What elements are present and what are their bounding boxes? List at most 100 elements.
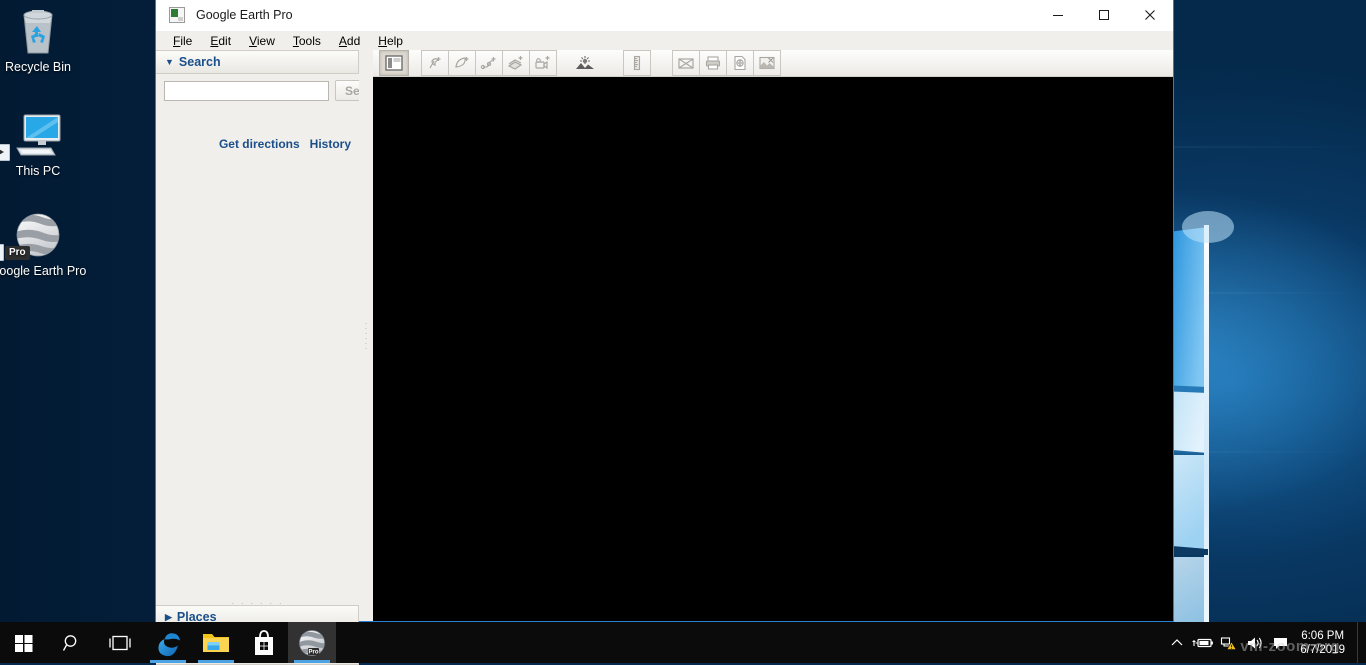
svg-text:Pro: Pro bbox=[308, 649, 318, 655]
desktop-icon-google-earth-pro[interactable]: Pro Google Earth Pro bbox=[0, 208, 93, 279]
toggle-sidebar-button[interactable] bbox=[379, 50, 409, 76]
battery-plugged-icon bbox=[1192, 638, 1214, 647]
historical-imagery-button[interactable] bbox=[572, 51, 598, 75]
window-titlebar[interactable]: Google Earth Pro bbox=[156, 0, 1173, 31]
search-panel-header[interactable]: ▼ Search bbox=[156, 50, 359, 74]
search-panel-title: Search bbox=[178, 55, 221, 69]
add-polygon-button[interactable] bbox=[448, 50, 476, 76]
this-pc-icon bbox=[0, 108, 93, 161]
movie-camera-plus-icon bbox=[535, 56, 550, 70]
taskbar-app-google-earth-pro[interactable]: Pro bbox=[288, 622, 336, 663]
taskbar-clock[interactable]: 6:06 PM 6/7/2019 bbox=[1294, 629, 1357, 657]
record-tour-button[interactable] bbox=[529, 50, 557, 76]
speaker-icon bbox=[1248, 637, 1262, 648]
google-earth-pro-icon: Pro bbox=[0, 208, 93, 261]
menu-item-file[interactable]: File bbox=[164, 32, 201, 50]
ruler-icon bbox=[633, 55, 641, 71]
print-button[interactable] bbox=[699, 50, 727, 76]
show-ruler-button[interactable] bbox=[623, 50, 651, 76]
show-hidden-icons-button[interactable] bbox=[1164, 622, 1190, 663]
desktop-icon-label: This PC bbox=[15, 164, 61, 178]
sidebar-panel-icon bbox=[385, 55, 403, 71]
sidebar-splitter[interactable]: · · · · · · bbox=[359, 50, 373, 621]
window-controls[interactable] bbox=[1035, 0, 1173, 30]
taskbar-app-microsoft-store[interactable] bbox=[240, 622, 288, 663]
minimize-icon bbox=[1053, 15, 1063, 16]
pro-badge: Pro bbox=[5, 246, 30, 260]
maximize-button[interactable] bbox=[1081, 0, 1127, 30]
task-view-icon bbox=[109, 635, 131, 650]
chevron-right-icon: ▶ bbox=[165, 611, 172, 622]
shortcut-arrow-icon bbox=[0, 144, 10, 161]
map-viewport[interactable] bbox=[373, 77, 1173, 621]
view-in-google-maps-button[interactable] bbox=[726, 50, 754, 76]
taskbar-search-button[interactable] bbox=[48, 622, 96, 663]
recycle-bin-icon bbox=[0, 4, 93, 56]
clock-date: 6/7/2019 bbox=[1300, 643, 1345, 656]
path-plus-icon bbox=[480, 57, 496, 70]
sun-mountains-icon bbox=[576, 56, 594, 69]
save-image-button[interactable] bbox=[753, 50, 781, 76]
menu-item-tools[interactable]: Tools bbox=[284, 32, 330, 50]
action-center-icon bbox=[1274, 637, 1288, 649]
system-tray[interactable]: 6:06 PM 6/7/2019 bbox=[1164, 622, 1366, 663]
network-warning-icon bbox=[1221, 636, 1237, 650]
toolbar[interactable] bbox=[373, 50, 1173, 77]
windows-logo-hero bbox=[1160, 211, 1234, 663]
file-explorer-icon bbox=[203, 633, 229, 652]
google-earth-taskbar-icon: Pro bbox=[299, 629, 325, 656]
main-area[interactable] bbox=[373, 50, 1173, 621]
minimize-button[interactable] bbox=[1035, 0, 1081, 30]
save-image-icon bbox=[759, 56, 775, 70]
envelope-icon bbox=[678, 58, 694, 69]
close-icon bbox=[1145, 10, 1155, 20]
search-links[interactable]: Get directions History bbox=[156, 101, 359, 151]
printer-icon bbox=[705, 56, 721, 70]
menu-item-view[interactable]: View bbox=[240, 32, 284, 50]
network-tray-button[interactable] bbox=[1216, 622, 1242, 663]
image-overlay-plus-icon bbox=[507, 56, 523, 70]
desktop-icon-label: Google Earth Pro bbox=[0, 264, 87, 278]
history-link[interactable]: History bbox=[310, 137, 351, 151]
search-magnifier-icon bbox=[62, 634, 77, 651]
edge-icon bbox=[158, 632, 180, 656]
add-image-overlay-button[interactable] bbox=[502, 50, 530, 76]
menu-bar[interactable]: File Edit View Tools Add Help bbox=[156, 31, 1173, 50]
add-placemark-button[interactable] bbox=[421, 50, 449, 76]
action-center-button[interactable] bbox=[1268, 622, 1294, 663]
taskbar-app-microsoft-edge[interactable] bbox=[144, 622, 192, 663]
sidebar[interactable]: ▼ Search Search Get directions History ·… bbox=[156, 50, 396, 665]
show-desktop-button[interactable] bbox=[1357, 622, 1366, 663]
desktop-icon-this-pc[interactable]: This PC bbox=[0, 108, 93, 179]
splitter-grip-icon: · · · · · · bbox=[364, 317, 368, 353]
show-hidden-icons-chevron-icon bbox=[1171, 638, 1183, 645]
search-row[interactable]: Search bbox=[156, 74, 396, 101]
taskbar-app-file-explorer[interactable] bbox=[192, 622, 240, 663]
menu-item-edit[interactable]: Edit bbox=[201, 32, 240, 50]
volume-tray-button[interactable] bbox=[1242, 622, 1268, 663]
maximize-icon bbox=[1099, 10, 1109, 20]
desktop-icon-recycle-bin[interactable]: Recycle Bin bbox=[0, 4, 93, 75]
store-bag-icon bbox=[255, 629, 273, 655]
globe-page-icon bbox=[734, 55, 746, 71]
menu-item-add[interactable]: Add bbox=[330, 32, 369, 50]
search-input[interactable] bbox=[164, 80, 329, 101]
add-path-button[interactable] bbox=[475, 50, 503, 76]
task-view-button[interactable] bbox=[96, 622, 144, 663]
email-button[interactable] bbox=[672, 50, 700, 76]
get-directions-link[interactable]: Get directions bbox=[219, 137, 300, 151]
shortcut-arrow-icon bbox=[0, 244, 4, 261]
polygon-plus-icon bbox=[455, 57, 469, 68]
google-earth-pro-window[interactable]: Google Earth Pro File Edit View Tools Ad… bbox=[155, 0, 1174, 665]
clock-time: 6:06 PM bbox=[1301, 629, 1345, 642]
taskbar[interactable]: Pro 6:06 PM 6/7/2019 bbox=[0, 622, 1366, 663]
start-button[interactable] bbox=[0, 622, 48, 663]
placemark-pin-plus-icon bbox=[429, 57, 441, 69]
google-earth-app-icon bbox=[169, 7, 185, 23]
close-button[interactable] bbox=[1127, 0, 1173, 30]
menu-item-help[interactable]: Help bbox=[369, 32, 412, 50]
desktop-icon-label: Recycle Bin bbox=[5, 60, 71, 74]
window-title: Google Earth Pro bbox=[196, 8, 293, 22]
chevron-down-icon: ▼ bbox=[165, 56, 174, 67]
battery-tray-button[interactable] bbox=[1190, 622, 1216, 663]
